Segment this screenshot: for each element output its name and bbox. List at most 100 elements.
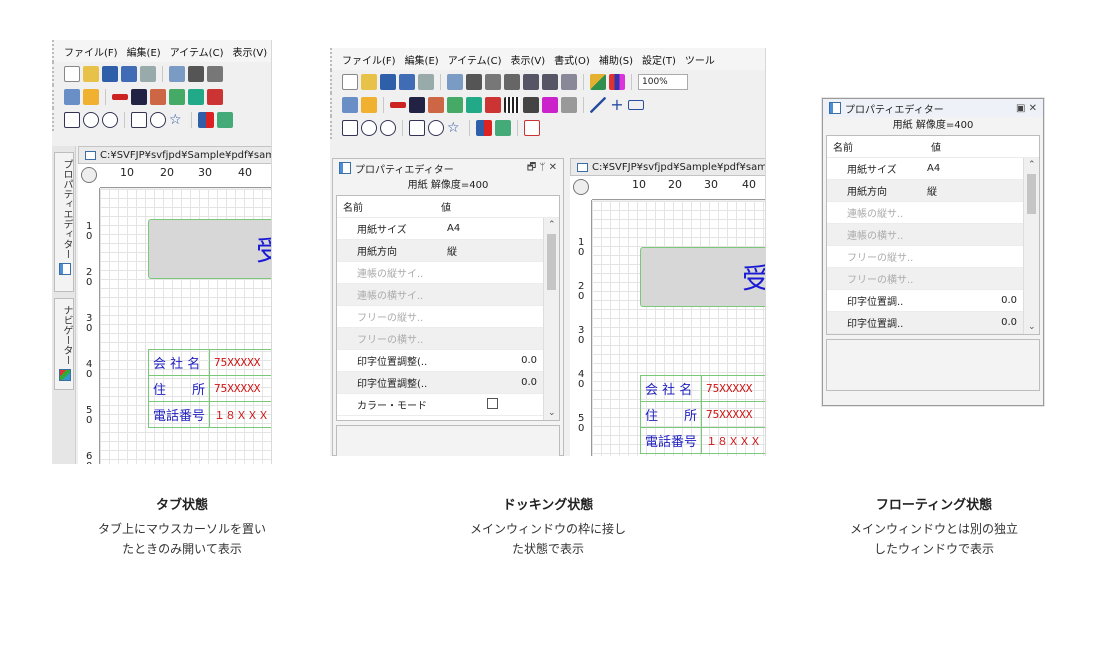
open-icon[interactable] [361,73,377,90]
hand-icon[interactable] [83,88,99,105]
barcode-icon[interactable] [504,96,520,113]
tab-property-editor[interactable]: プロパティエディター [54,152,74,292]
form-icon[interactable] [169,88,185,105]
property-value[interactable]: A4 [441,223,537,234]
shape-icon[interactable] [131,111,147,128]
save-icon[interactable] [102,65,118,82]
property-scrollbar[interactable]: ⌃ ⌄ [1023,158,1039,334]
panel-controls[interactable]: 🗗 ᛘ ✕ [527,160,557,177]
property-row[interactable]: 用紙サイズ A4 [827,158,1039,180]
menu-file[interactable]: ファイル(F) [342,52,396,67]
menu-tools[interactable]: ツール [685,52,715,67]
clock-icon[interactable] [428,119,444,136]
balloon-round-icon[interactable] [83,111,99,128]
property-row[interactable]: カラー・モード [337,394,559,416]
menu-view[interactable]: 表示(V) [510,52,545,67]
property-row[interactable]: 用紙サイズ A4 [337,218,559,240]
hand-icon[interactable] [361,96,377,113]
property-row[interactable]: 用紙方向 縦 [827,180,1039,202]
property-value[interactable]: 縦 [921,183,1017,198]
property-row[interactable]: フリーの縦サ.. [337,306,559,328]
property-row[interactable]: 用紙方向 縦 [337,240,559,262]
qrcode-icon[interactable] [523,96,539,113]
chart-icon[interactable] [198,111,214,128]
image-icon[interactable] [207,88,223,105]
rectangle-icon[interactable] [628,99,644,110]
grid-color-icon[interactable] [609,73,625,90]
field-icon[interactable] [112,93,128,100]
property-row[interactable]: 連帳の縦サイ.. [337,262,559,284]
title-box[interactable] [148,219,271,279]
open-icon[interactable] [83,65,99,82]
form-table[interactable]: 会 社 名 75XXXXX 住 所 75XXXXX 電話番号 １８ＸＸＸ [639,375,765,454]
report-icon[interactable] [495,119,511,136]
pointer-icon[interactable] [342,96,358,113]
tree-icon[interactable] [169,65,185,82]
balloon-double-icon[interactable] [380,119,396,136]
report-icon[interactable] [217,111,233,128]
document-window-title[interactable]: C:¥SVFJP¥svfjpd¥Sample¥pdf¥sample [78,146,271,164]
scroll-up-icon[interactable]: ⌃ [1028,160,1036,170]
list-icon[interactable] [150,88,166,105]
property-row[interactable]: 連帳の横サイ.. [337,284,559,306]
form-table[interactable]: 会 社 名 75XXXXX 住 所 75XXXXX 電話番号 １８ＸＸＸ [147,349,271,428]
balloon-double-icon[interactable] [102,111,118,128]
menu-item[interactable]: アイテム(C) [448,52,502,67]
star-icon[interactable]: ☆ [169,112,185,128]
document-window-title[interactable]: C:¥SVFJP¥svfjpd¥Sample¥pdf¥sample [570,158,765,176]
copy-icon[interactable] [485,73,501,90]
new-icon[interactable] [64,65,80,82]
color-icon[interactable] [590,73,606,90]
clock-icon[interactable] [150,111,166,128]
property-row[interactable]: フリーの縦サ.. [827,246,1039,268]
property-row[interactable]: フリーの横サ.. [337,328,559,350]
property-value[interactable]: 0.0 [441,355,537,366]
property-scrollbar[interactable]: ⌃ ⌄ [543,218,559,420]
shape-icon[interactable] [409,119,425,136]
copy-icon[interactable] [207,65,223,82]
property-row[interactable]: 印字位置調.. 0.0 [827,290,1039,312]
scroll-thumb[interactable] [547,234,556,290]
cut-icon[interactable] [466,73,482,90]
property-row[interactable]: 連帳の横サ.. [827,224,1039,246]
ruler-corner-icon[interactable] [570,176,592,200]
grid-icon[interactable] [561,96,577,113]
image-icon[interactable] [485,96,501,113]
undo-icon[interactable] [523,73,539,90]
scroll-down-icon[interactable]: ⌄ [1028,322,1036,332]
scroll-down-icon[interactable]: ⌄ [548,408,556,418]
menu-settings[interactable]: 設定(T) [642,52,676,67]
field-icon[interactable] [390,101,406,108]
scroll-up-icon[interactable]: ⌃ [548,220,556,230]
menu-item[interactable]: アイテム(C) [170,44,224,59]
balloon-round-icon[interactable] [361,119,377,136]
save-as-icon[interactable] [121,65,137,82]
balloon-icon[interactable] [342,119,358,136]
special-icon[interactable] [542,96,558,113]
design-canvas[interactable]: 受 会 社 名75XXXXX 住 所75XXXXX 電話番号１８ＸＸＸ [592,201,765,456]
property-row[interactable]: 連帳の縦サ.. [827,202,1039,224]
print-icon[interactable] [418,73,434,90]
print-icon[interactable] [140,65,156,82]
balloon-icon[interactable] [64,111,80,128]
property-editor-titlebar[interactable]: プロパティエディター ▣ ✕ [823,99,1043,117]
menu-edit[interactable]: 編集(E) [405,52,439,67]
color-mode-checkbox[interactable] [486,397,498,409]
property-row[interactable]: 印字位置調整(.. 0.0 [337,372,559,394]
design-canvas[interactable]: 受 会 社 名75XXXXX 住 所75XXXXX 電話番号１８ＸＸＸ [100,189,271,464]
property-value[interactable] [441,397,537,412]
text-icon[interactable] [131,88,147,105]
menu-view[interactable]: 表示(V) [232,44,267,59]
line-icon[interactable] [590,96,606,113]
lines-icon[interactable] [466,96,482,113]
property-value[interactable]: 0.0 [921,317,1017,328]
page-icon[interactable] [524,119,540,136]
property-value[interactable]: 0.0 [441,377,537,388]
cut-icon[interactable] [188,65,204,82]
menu-file[interactable]: ファイル(F) [64,44,118,59]
lines-icon[interactable] [188,88,204,105]
property-editor-titlebar[interactable]: プロパティエディター 🗗 ᛘ ✕ [333,159,563,177]
redo-icon[interactable] [542,73,558,90]
property-row[interactable]: 印字位置調整(.. 0.0 [337,350,559,372]
property-value[interactable]: A4 [921,163,1017,174]
